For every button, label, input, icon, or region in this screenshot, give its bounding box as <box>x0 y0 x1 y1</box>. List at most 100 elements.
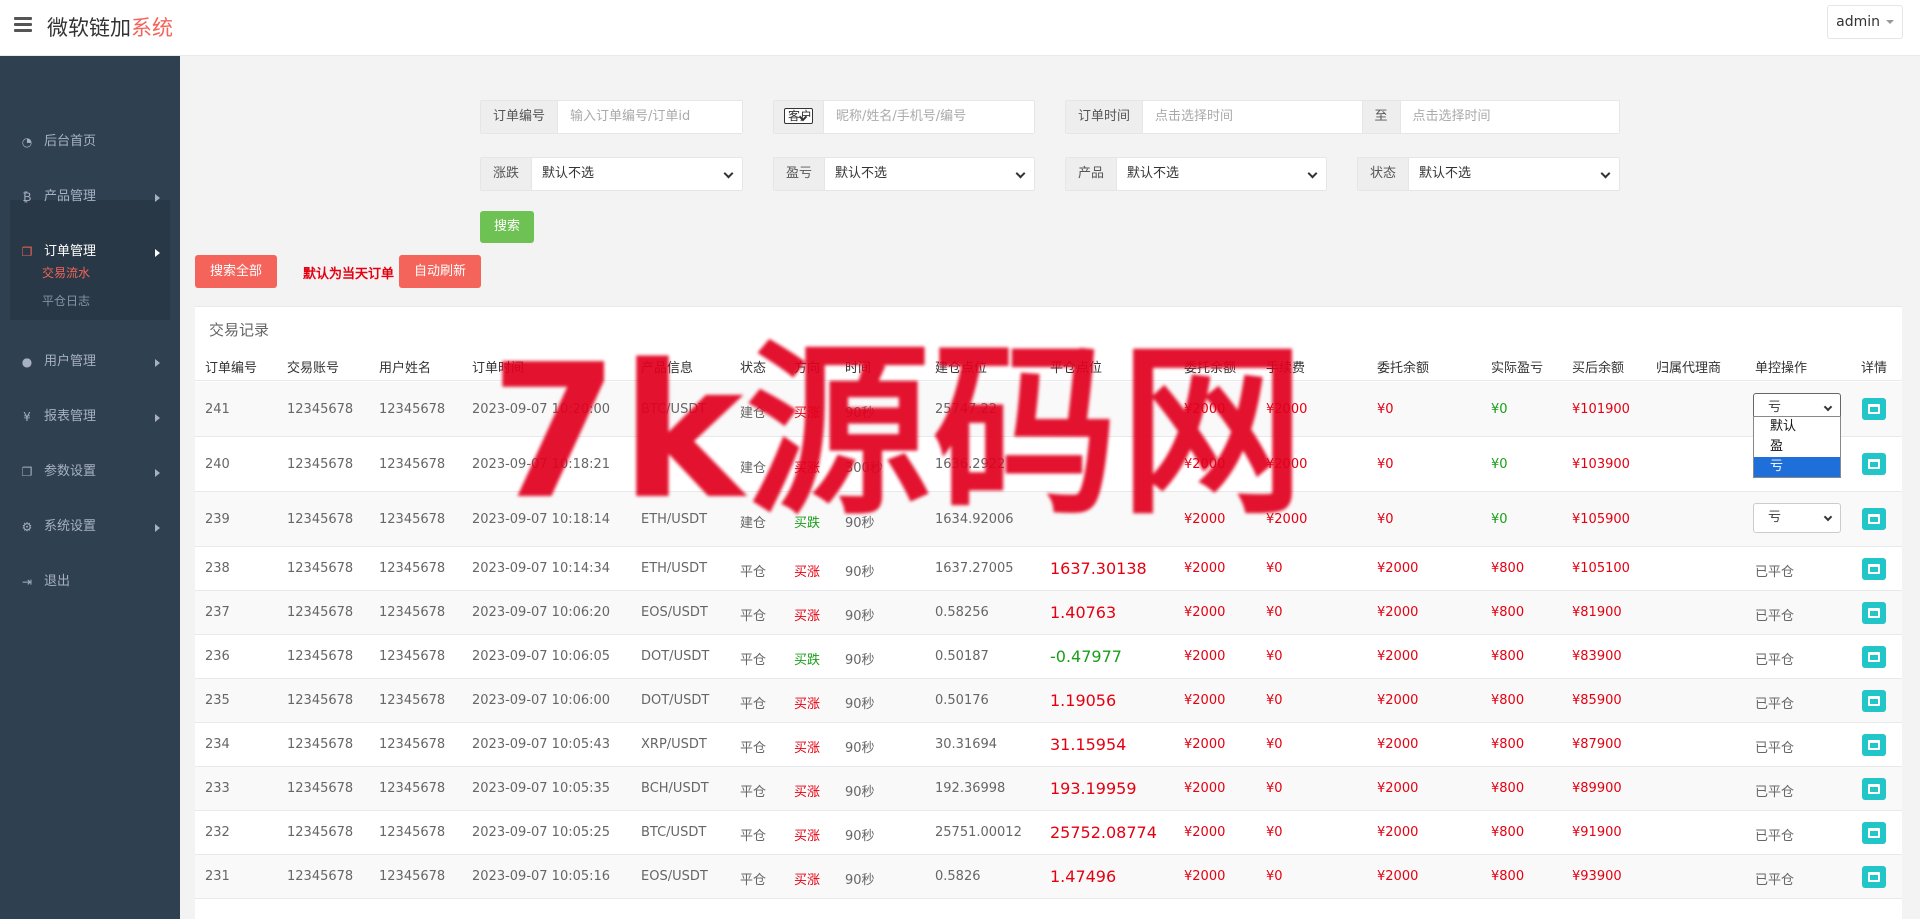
cell-period: 90秒 <box>845 697 875 712</box>
table-row: 233 12345678 12345678 2023-09-07 10:05:35 BC… <box>195 767 1902 811</box>
cell-product: BCH/USDT <box>641 781 709 796</box>
cell-account: 12345678 <box>287 561 354 576</box>
sidebar-item-home[interactable]: ◔ 后台首页 <box>0 115 180 170</box>
cell-entrust-balance: ¥2000 <box>1184 457 1226 472</box>
col-status: 状态 <box>740 361 767 376</box>
table-row: 240 12345678 12345678 2023-09-07 10:18:2… <box>195 437 1902 492</box>
sidebar-item-logout[interactable]: ⇥ 退出 <box>0 555 180 610</box>
cell-direction: 买跌 <box>794 516 821 531</box>
cell-order-time: 2023-09-07 10:14:34 <box>472 561 611 576</box>
detail-button[interactable] <box>1862 866 1886 888</box>
rise-fall-filter: 涨跌 默认不选 <box>480 157 743 191</box>
sidebar-item-reports[interactable]: ¥ 报表管理 <box>0 390 180 445</box>
cell-control-state: 已平仓 <box>1755 565 1795 580</box>
dropdown-option-default[interactable]: 默认 <box>1754 417 1840 437</box>
cell-balance-after: ¥89900 <box>1572 781 1622 796</box>
end-time-input[interactable]: 点击选择时间 <box>1400 101 1619 133</box>
table-row: 236 12345678 12345678 2023-09-07 10:06:05 DO… <box>195 635 1902 679</box>
chevron-down-icon <box>1823 512 1833 522</box>
cell-order-no: 241 <box>205 402 230 417</box>
status-select[interactable]: 默认不选 <box>1409 158 1619 190</box>
col-period: 时间 <box>845 361 872 376</box>
cell-account: 12345678 <box>287 402 354 417</box>
window-icon <box>1868 872 1880 882</box>
cell-order-time: 2023-09-07 10:18:21 <box>472 457 611 472</box>
user-menu-button[interactable]: admin <box>1827 5 1903 39</box>
cell-entrust-balance: ¥2000 <box>1184 605 1226 620</box>
rise-fall-label: 涨跌 <box>481 158 533 190</box>
table-row: 241 12345678 12345678 2023-09-07 10:20:0… <box>195 382 1902 437</box>
cell-fee: ¥0 <box>1266 825 1283 840</box>
cell-period: 90秒 <box>845 653 875 668</box>
cell-order-no: 232 <box>205 825 230 840</box>
time-range-separator: 至 <box>1361 101 1401 133</box>
profit-loss-select[interactable]: 默认不选 <box>825 158 1034 190</box>
search-button[interactable]: 搜索 <box>480 211 534 243</box>
chevron-down-icon <box>1015 168 1026 179</box>
start-time-input[interactable]: 点击选择时间 <box>1143 101 1362 133</box>
cell-control-state: 已平仓 <box>1755 741 1795 756</box>
control-dropdown: 默认 盈 亏 <box>1753 416 1841 478</box>
cell-product: BTC/USDT <box>641 825 707 840</box>
order-no-input[interactable]: 输入订单编号/订单id <box>558 101 742 133</box>
customer-type-select[interactable]: 客户 <box>784 108 814 124</box>
cell-close-price: 31.15954 <box>1050 735 1127 754</box>
col-order-time: 订单时间 <box>472 361 525 376</box>
auto-refresh-button[interactable]: 自动刷新 <box>399 255 481 288</box>
detail-button[interactable] <box>1862 453 1886 475</box>
cell-account: 12345678 <box>287 825 354 840</box>
cell-period: 90秒 <box>845 609 875 624</box>
customer-input[interactable]: 昵称/姓名/手机号/编号 <box>824 101 1034 133</box>
detail-button[interactable] <box>1862 602 1886 624</box>
sidebar-item-params[interactable]: ❐ 参数设置 <box>0 445 180 500</box>
cell-fee: ¥2000 <box>1266 512 1308 527</box>
sidebar-subitem-trades[interactable]: 交易流水 <box>42 264 90 281</box>
cell-fee: ¥0 <box>1266 605 1283 620</box>
control-select-value: 亏 <box>1768 510 1782 525</box>
cell-close-price: 25752.08774 <box>1050 823 1157 842</box>
sidebar: ◔ 后台首页 ₿ 产品管理 ❐ 订单管理 交易流水 平仓日志 ● 用户管理 ¥ 报表管理 … <box>0 56 180 919</box>
rise-fall-select[interactable]: 默认不选 <box>532 158 742 190</box>
sidebar-item-products[interactable]: ₿ 产品管理 <box>0 170 180 225</box>
product-select[interactable]: 默认不选 <box>1117 158 1326 190</box>
menu-toggle-icon[interactable] <box>14 17 32 33</box>
files-icon: ❐ <box>21 465 33 479</box>
cell-entrust-balance-2: ¥2000 <box>1377 693 1419 708</box>
sidebar-item-users[interactable]: ● 用户管理 <box>0 335 180 390</box>
cell-close-price: 1.40763 <box>1050 603 1117 622</box>
cell-status: 平仓 <box>740 565 767 580</box>
detail-button[interactable] <box>1862 508 1886 530</box>
cell-account: 12345678 <box>287 693 354 708</box>
cell-order-time: 2023-09-07 10:05:43 <box>472 737 611 752</box>
main-content: 订单编号 输入订单编号/订单id 客户 昵称/姓名/手机号/编号 订单时间 点击… <box>180 56 1920 919</box>
cell-entrust-balance: ¥2000 <box>1184 649 1226 664</box>
detail-button[interactable] <box>1862 734 1886 756</box>
cell-product: ETH/USDT <box>641 512 708 527</box>
chevron-right-icon <box>155 194 160 202</box>
cell-status: 建仓 <box>740 406 767 421</box>
control-select[interactable]: 亏 <box>1753 503 1841 533</box>
cell-account: 12345678 <box>287 781 354 796</box>
sidebar-item-system[interactable]: ⚙ 系统设置 <box>0 500 180 555</box>
detail-button[interactable] <box>1862 778 1886 800</box>
detail-button[interactable] <box>1862 690 1886 712</box>
cell-fee: ¥0 <box>1266 561 1283 576</box>
cell-control-state: 已平仓 <box>1755 873 1795 888</box>
cell-period: 90秒 <box>845 829 875 844</box>
search-all-button[interactable]: 搜索全部 <box>195 255 277 288</box>
detail-button[interactable] <box>1862 558 1886 580</box>
dropdown-option-win[interactable]: 盈 <box>1754 437 1840 457</box>
cell-account: 12345678 <box>287 649 354 664</box>
cell-actual-pnl: ¥800 <box>1491 825 1525 840</box>
cell-open-price: 0.5826 <box>935 869 981 884</box>
chevron-right-icon <box>155 359 160 367</box>
cell-period: 90秒 <box>845 516 875 531</box>
dropdown-option-lose[interactable]: 亏 <box>1754 457 1840 477</box>
detail-button[interactable] <box>1862 822 1886 844</box>
detail-button[interactable] <box>1862 646 1886 668</box>
cell-entrust-balance: ¥2000 <box>1184 781 1226 796</box>
cell-direction: 买涨 <box>794 461 821 476</box>
detail-button[interactable] <box>1862 398 1886 420</box>
sidebar-subitem-close-log[interactable]: 平仓日志 <box>42 292 90 309</box>
order-no-filter: 订单编号 输入订单编号/订单id <box>480 100 743 134</box>
